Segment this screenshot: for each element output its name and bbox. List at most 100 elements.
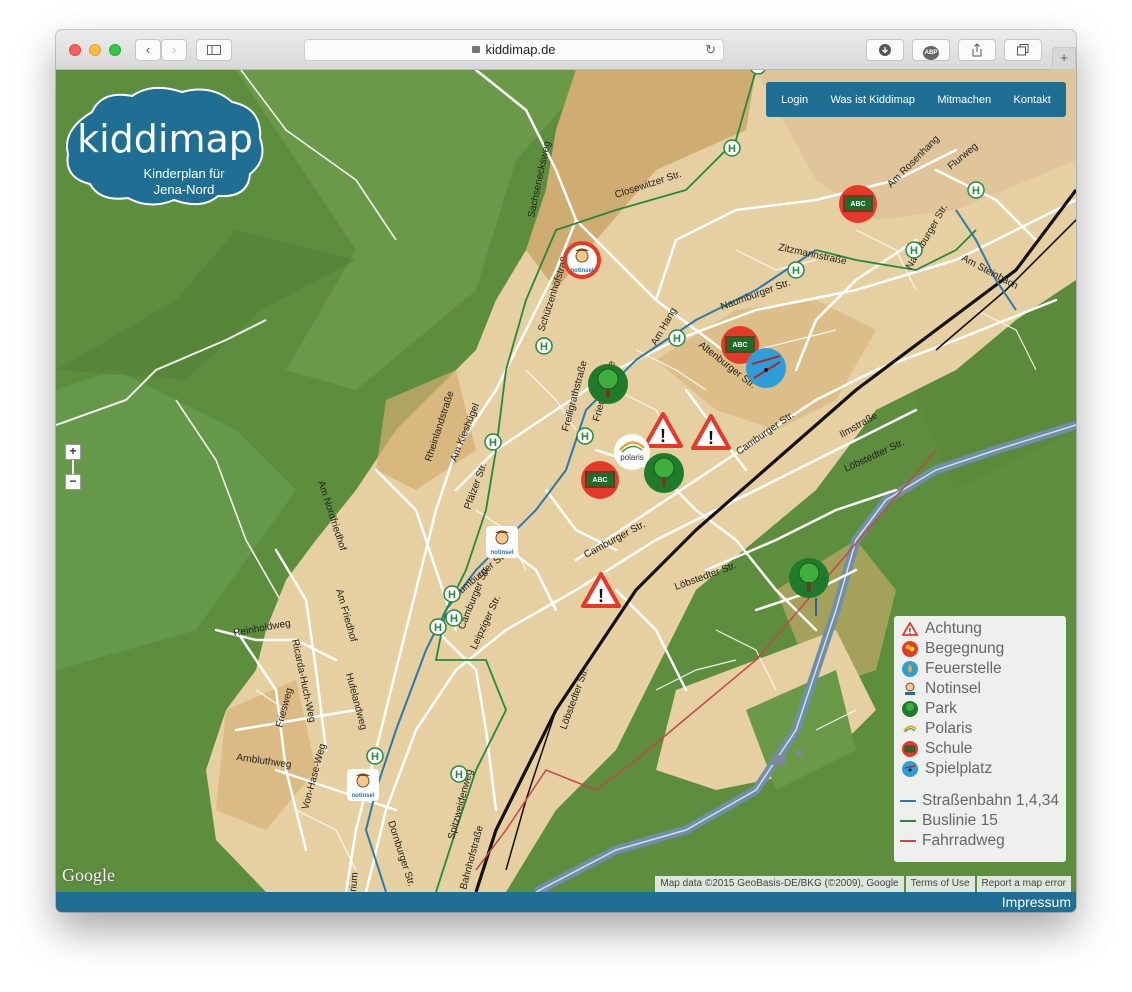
new-tab-button[interactable]: + [1052,47,1076,70]
bus-stop-icon[interactable]: H [576,427,594,445]
bus-stop-icon[interactable]: H [445,609,463,627]
zoom-in-button[interactable]: + [65,444,81,460]
svg-text:H: H [455,769,463,781]
close-window-button[interactable] [69,44,81,56]
legend-line-fahrradweg[interactable]: Fahrradweg [900,831,1066,851]
bus-stop-icon[interactable]: H [905,241,923,259]
polaris-marker[interactable]: polaris [614,434,650,470]
svg-text:!: ! [660,426,666,446]
svg-text:H: H [450,613,458,625]
building-icon [772,755,786,765]
bus-stop-icon[interactable]: H [443,585,461,603]
bus-stop-icon[interactable]: H [787,261,805,279]
kiddimap-logo[interactable]: kiddimap Kinderplan für Jena-Nord [62,82,268,212]
svg-text:H: H [371,751,379,763]
legend-item-spielplatz[interactable]: Spielplatz [900,759,1066,779]
address-bar[interactable]: kiddimap.de ↻ [304,39,724,61]
nav-was-ist-kiddimap[interactable]: Was ist Kiddimap [830,94,915,106]
park-marker[interactable] [588,364,628,404]
legend-item-park[interactable]: Park [900,699,1066,719]
nav-kontakt[interactable]: Kontakt [1013,94,1050,106]
map-view[interactable]: Sachsenecksweg Closewitzer Str. Schützen… [56,70,1076,892]
building-icon [796,750,802,756]
google-logo[interactable]: Google [62,865,115,886]
svg-text:H: H [910,245,918,257]
share-button[interactable] [958,39,996,61]
playground-icon [902,761,918,777]
notinsel-marker[interactable]: notinsel [563,241,601,279]
adblock-icon: ABP [923,46,939,60]
browser-window: ‹ › kiddimap.de ↻ ABP + Sachsenecksweg C… [56,30,1076,912]
legend-item-notinsel[interactable]: Notinsel [900,679,1066,699]
bus-stop-icon[interactable]: H [967,181,985,199]
fireplace-icon [902,661,918,677]
bike-line-swatch [900,840,916,842]
playground-marker[interactable] [746,348,786,388]
zoom-out-button[interactable]: − [65,474,81,490]
logo-cloud-icon: kiddimap Kinderplan für Jena-Nord [66,86,264,206]
bus-stop-icon[interactable]: H [535,337,553,355]
impressum-link[interactable]: Impressum [1002,894,1071,910]
svg-text:H: H [448,589,456,601]
school-marker[interactable]: ABC [581,461,619,499]
svg-text:notinsel: notinsel [351,793,374,799]
svg-text:!: ! [708,428,714,448]
top-navigation: Login Was ist Kiddimap Mitmachen Kontakt [766,82,1066,117]
notinsel-marker[interactable]: notinsel [347,769,379,801]
legend-item-schule[interactable]: Schule [900,739,1066,759]
svg-text:!: ! [909,627,912,636]
download-icon [879,44,891,56]
zoom-control: + − [65,444,81,490]
bus-stop-icon[interactable]: H [450,765,468,783]
legend-item-begegnung[interactable]: Begegnung [900,639,1066,659]
school-marker[interactable]: ABC [839,185,877,223]
map-legend: ! Achtung Begegnung Feuerstelle Notinsel… [894,616,1066,862]
bus-stop-icon[interactable]: H [429,618,447,636]
svg-text:H: H [581,431,589,443]
legend-line-buslinie[interactable]: Buslinie 15 [900,811,1066,831]
tabs-button[interactable] [1004,39,1042,61]
reload-icon[interactable]: ↻ [705,40,716,60]
logo-subtitle-1: Kinderplan für [144,166,226,181]
adblock-button[interactable]: ABP [912,39,950,61]
sidebar-button[interactable] [196,39,232,61]
legend-item-polaris[interactable]: Polaris [900,719,1066,739]
bus-line-swatch [900,820,916,822]
svg-text:ABC: ABC [592,477,607,484]
zoom-slider[interactable] [72,460,74,474]
nav-mitmachen[interactable]: Mitmachen [937,94,991,106]
svg-text:H: H [792,265,800,277]
bus-stop-icon[interactable]: H [723,139,741,157]
download-button[interactable] [866,39,904,61]
svg-text:H: H [673,333,681,345]
report-map-error-link[interactable]: Report a map error [976,876,1071,892]
back-button[interactable]: ‹ [135,39,161,61]
legend-line-strassenbahn[interactable]: Straßenbahn 1,4,34 [900,791,1066,811]
tabs-icon [1017,44,1029,56]
legend-item-achtung[interactable]: ! Achtung [900,619,1066,639]
logo-title: kiddimap [77,117,253,161]
tram-line-swatch [900,800,916,802]
svg-text:H: H [540,341,548,353]
meeting-icon [902,641,918,657]
svg-text:ABC: ABC [732,342,747,349]
bus-stop-icon[interactable]: H [366,747,384,765]
polaris-icon [903,725,917,733]
zoom-window-button[interactable] [109,44,121,56]
legend-item-feuerstelle[interactable]: Feuerstelle [900,659,1066,679]
bus-stop-icon[interactable]: H [484,433,502,451]
terms-of-use-link[interactable]: Terms of Use [905,876,975,892]
browser-toolbar: ‹ › kiddimap.de ↻ ABP + [56,30,1076,70]
bus-stop-icon[interactable]: H [668,329,686,347]
park-marker[interactable] [644,453,684,493]
nav-login[interactable]: Login [781,94,808,106]
minimize-window-button[interactable] [89,44,101,56]
svg-text:H: H [434,622,442,634]
notinsel-icon [905,682,915,695]
forward-icon: › [171,42,177,57]
forward-button[interactable]: › [161,39,187,61]
notinsel-marker[interactable]: notinsel [486,526,518,558]
share-icon [972,43,982,57]
map-attribution: Map data ©2015 GeoBasis-DE/BKG (©2009), … [653,876,1071,892]
map-data-attribution: Map data ©2015 GeoBasis-DE/BKG (©2009), … [655,876,904,892]
